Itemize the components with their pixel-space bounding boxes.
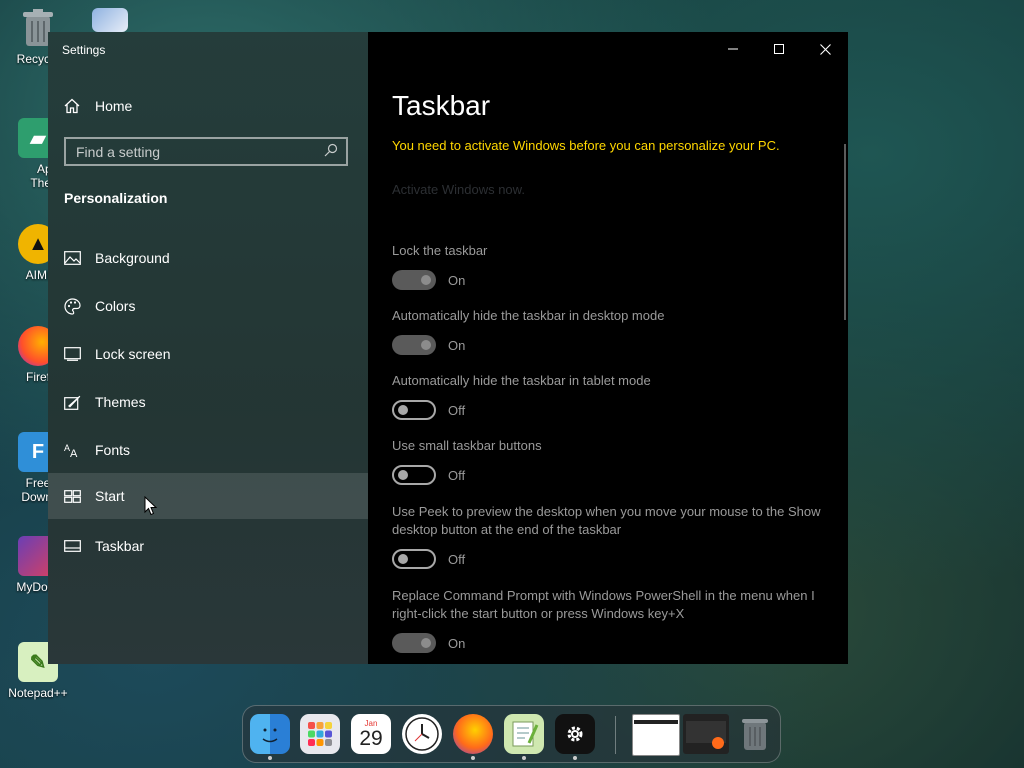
toggle-state: Off — [448, 402, 466, 418]
sidebar-item-label: Taskbar — [95, 538, 145, 554]
setting-label: Automatically hide the taskbar in deskto… — [392, 308, 665, 323]
search-icon[interactable] — [324, 143, 338, 160]
toggle-state: Off — [448, 467, 466, 483]
setting-label: Automatically hide the taskbar in tablet… — [392, 373, 651, 388]
sidebar-item-label: Start — [95, 488, 125, 504]
window-controls — [710, 32, 848, 66]
toggle-autohide-desktop[interactable]: On — [392, 335, 465, 355]
dock-separator — [615, 716, 616, 754]
home-icon — [64, 98, 80, 114]
running-indicator — [471, 756, 475, 760]
calendar-day: 29 — [359, 726, 383, 750]
svg-text:A: A — [70, 448, 78, 458]
finder-icon[interactable] — [250, 714, 290, 754]
clock-icon[interactable] — [402, 714, 442, 754]
activation-warning: You need to activate Windows before you … — [392, 138, 780, 153]
search-input[interactable]: Find a setting — [64, 137, 348, 166]
sidebar-item-start[interactable]: Start — [48, 473, 368, 519]
toggle-state: On — [448, 272, 466, 288]
sidebar-item-label: Fonts — [95, 442, 131, 458]
mouse-cursor-icon — [144, 495, 158, 516]
launchpad-icon[interactable] — [300, 714, 340, 754]
trash-icon[interactable] — [735, 714, 775, 754]
section-title: Personalization — [64, 190, 168, 206]
sidebar-item-themes[interactable]: Themes — [48, 379, 368, 425]
palette-icon — [64, 297, 81, 315]
sidebar-item-taskbar[interactable]: Taskbar — [48, 523, 368, 569]
sidebar-item-lock-screen[interactable]: Lock screen — [48, 331, 368, 377]
activate-windows-link[interactable]: Activate Windows now. — [392, 182, 525, 197]
page-title: Taskbar — [392, 90, 491, 121]
toggle-switch[interactable] — [392, 270, 436, 290]
home-nav-item[interactable]: Home — [64, 96, 132, 116]
firefox-icon[interactable] — [453, 714, 493, 754]
toggle-state: Off — [448, 551, 466, 567]
toggle-small-buttons[interactable]: Off — [392, 465, 465, 485]
dock: Jan 29 — [242, 705, 781, 763]
search-placeholder: Find a setting — [76, 143, 161, 160]
toggle-use-peek[interactable]: Off — [392, 549, 465, 569]
toggle-switch[interactable] — [392, 400, 436, 420]
scrollbar[interactable] — [844, 144, 846, 320]
settings-window: Settings Home Find a setting Personaliza… — [48, 32, 848, 664]
sidebar-item-label: Colors — [95, 298, 136, 314]
setting-label: Replace Command Prompt with Windows Powe… — [392, 588, 815, 621]
toggle-autohide-tablet[interactable]: Off — [392, 400, 465, 420]
sidebar-item-background[interactable]: Background — [48, 235, 368, 281]
settings-icon[interactable] — [555, 714, 595, 754]
toggle-switch[interactable] — [392, 465, 436, 485]
image-icon — [64, 250, 81, 267]
toggle-switch[interactable] — [392, 549, 436, 569]
taskbar-icon — [64, 538, 81, 555]
brush-icon — [64, 394, 81, 411]
start-icon — [64, 488, 81, 505]
content-pane: Taskbar You need to activate Windows bef… — [368, 32, 848, 664]
window-preview-icon[interactable] — [632, 714, 680, 756]
sidebar: Settings Home Find a setting Personaliza… — [48, 32, 368, 664]
running-indicator — [268, 756, 272, 760]
running-indicator — [522, 756, 526, 760]
setting-label: Use small taskbar buttons — [392, 438, 542, 453]
toggle-state: On — [448, 337, 466, 353]
setting-label: Lock the taskbar — [392, 243, 488, 258]
maximize-button[interactable] — [756, 32, 802, 66]
sidebar-item-label: Background — [95, 250, 170, 266]
home-label: Home — [95, 98, 133, 114]
sidebar-item-label: Lock screen — [95, 346, 171, 362]
image-icon — [92, 8, 128, 32]
toggle-powershell[interactable]: On — [392, 633, 465, 653]
setting-label: Use Peek to preview the desktop when you… — [392, 504, 821, 537]
sidebar-item-colors[interactable]: Colors — [48, 283, 368, 329]
desktop-icon-label: Notepad++ — [8, 686, 68, 700]
calendar-icon[interactable]: Jan 29 — [351, 714, 391, 754]
toggle-switch[interactable] — [392, 335, 436, 355]
font-icon: AA — [64, 442, 81, 459]
window-title: Settings — [62, 43, 106, 57]
minimize-button[interactable] — [710, 32, 756, 66]
toggle-switch[interactable] — [392, 633, 436, 653]
notepadpp-icon[interactable] — [504, 714, 544, 754]
window-preview-icon[interactable] — [683, 714, 729, 754]
lock-screen-icon — [64, 346, 81, 363]
toggle-lock-taskbar[interactable]: On — [392, 270, 465, 290]
sidebar-item-fonts[interactable]: AA Fonts — [48, 427, 368, 473]
running-indicator — [573, 756, 577, 760]
sidebar-item-label: Themes — [95, 394, 146, 410]
close-button[interactable] — [802, 32, 848, 66]
toggle-state: On — [448, 635, 466, 651]
